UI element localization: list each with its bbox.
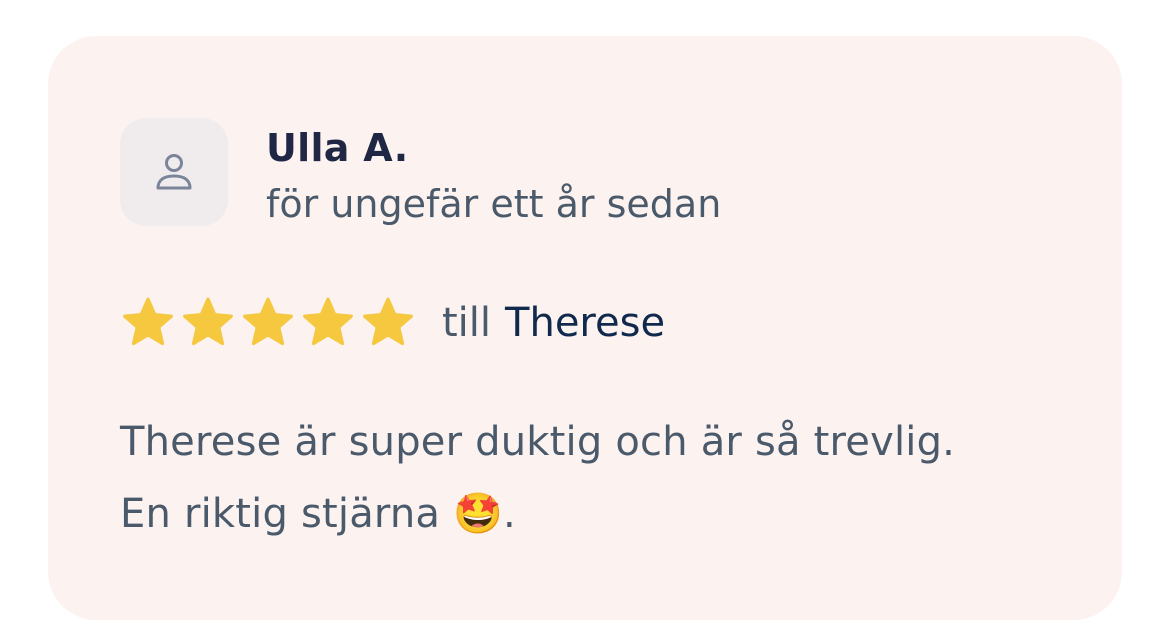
- star-icon: [243, 297, 293, 346]
- user-icon: [156, 154, 192, 190]
- review-card: Ulla A. för ungefär ett år sedan till Th…: [48, 36, 1122, 620]
- author-info: Ulla A. för ungefär ett år sedan: [266, 122, 721, 234]
- star-icon: [363, 297, 413, 346]
- star-icon: [183, 297, 233, 346]
- star-icon: [303, 297, 353, 346]
- recipient-prefix: till: [442, 300, 492, 346]
- recipient-name: Therese: [505, 300, 666, 346]
- star-rating: [120, 295, 416, 351]
- rating-row: till Therese: [120, 291, 665, 355]
- star-icon: [123, 297, 173, 346]
- review-header: Ulla A. för ungefär ett år sedan: [120, 118, 721, 234]
- review-text-line: Therese är super duktig och är så trevli…: [120, 419, 956, 465]
- review-text-line: En riktig stjärna 🤩.: [120, 491, 516, 537]
- avatar: [120, 118, 228, 226]
- author-name: Ulla A.: [266, 126, 409, 170]
- review-text: Therese är super duktig och är så trevli…: [120, 406, 1080, 550]
- review-time: för ungefär ett år sedan: [266, 182, 722, 226]
